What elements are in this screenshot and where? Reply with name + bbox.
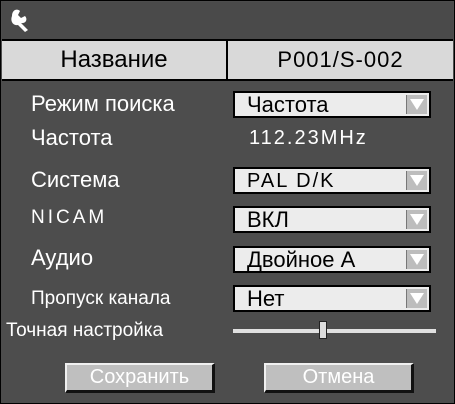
audio-label: Аудио: [31, 245, 94, 270]
cancel-button[interactable]: Отмена: [264, 363, 414, 393]
channel-name-value[interactable]: P001/S-002: [228, 41, 453, 79]
skip-channel-select[interactable]: Нет: [233, 285, 431, 312]
frequency-label: Частота: [31, 125, 113, 150]
search-mode-value: Частота: [247, 92, 329, 117]
title-bar: [2, 2, 453, 41]
audio-value: Двойное А: [247, 247, 356, 272]
save-button[interactable]: Сохранить: [65, 363, 215, 393]
chevron-down-icon[interactable]: [406, 250, 427, 269]
fine-tune-slider-track[interactable]: [233, 329, 436, 333]
nicam-select[interactable]: ВКЛ: [233, 206, 431, 233]
tuning-dialog: Название P001/S-002 Режим поиска Частота…: [0, 0, 455, 404]
skip-channel-value: Нет: [247, 286, 285, 311]
nicam-label: NICAM: [31, 207, 108, 228]
chevron-down-icon[interactable]: [406, 95, 427, 114]
fine-tune-slider-thumb[interactable]: [319, 321, 327, 339]
channel-name-row: Название P001/S-002: [2, 41, 453, 81]
system-value: PAL D/K: [247, 170, 336, 192]
system-label: Система: [31, 167, 120, 192]
fine-tune-label: Точная настройка: [6, 320, 164, 341]
nicam-value: ВКЛ: [247, 207, 289, 232]
search-mode-select[interactable]: Частота: [233, 91, 431, 118]
wrench-icon: [11, 9, 28, 32]
skip-channel-label: Пропуск канала: [31, 288, 171, 309]
chevron-down-icon[interactable]: [406, 289, 427, 308]
channel-name-label: Название: [2, 41, 228, 79]
chevron-down-icon[interactable]: [406, 210, 427, 229]
chevron-down-icon[interactable]: [406, 171, 427, 190]
frequency-value: 112.23MHz: [249, 127, 368, 149]
audio-select[interactable]: Двойное А: [233, 246, 431, 273]
search-mode-label: Режим поиска: [31, 91, 175, 116]
system-select[interactable]: PAL D/K: [233, 167, 431, 194]
